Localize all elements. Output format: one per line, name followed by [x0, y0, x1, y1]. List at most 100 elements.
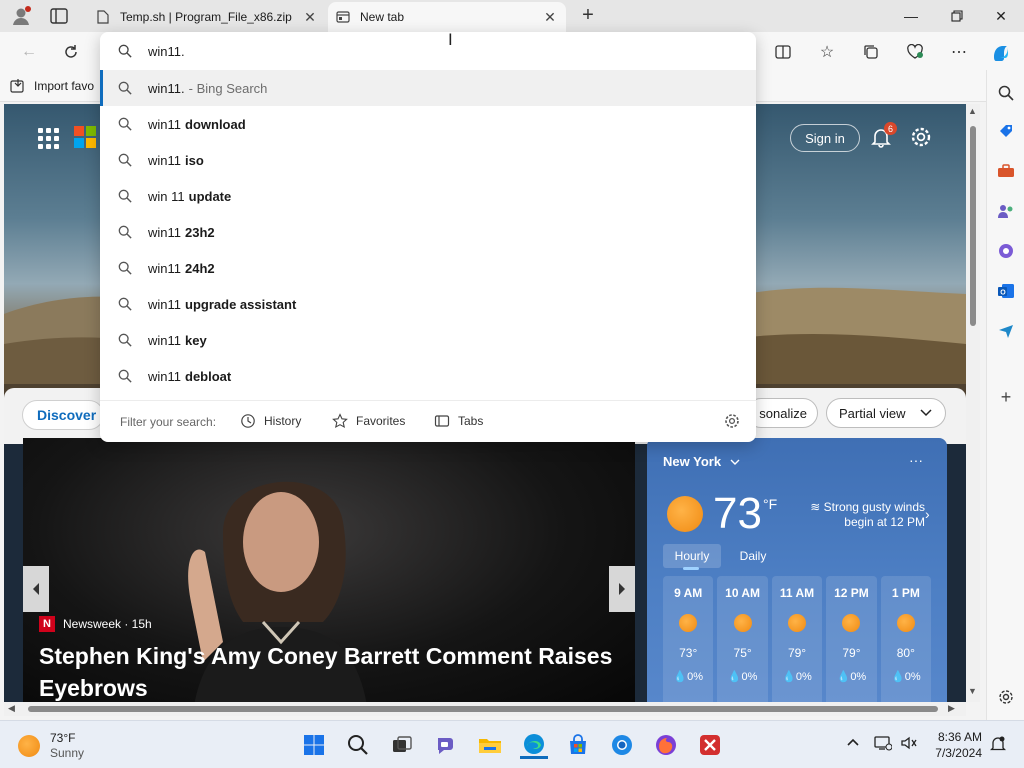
collections-icon[interactable]: [858, 39, 884, 65]
suggestion-prefix: win11: [148, 260, 182, 276]
tab-daily[interactable]: Daily: [727, 544, 779, 568]
microsoft-365-icon[interactable]: [993, 238, 1019, 264]
chevron-up-icon[interactable]: [846, 735, 860, 752]
news-headline[interactable]: Stephen King's Amy Coney Barrett Comment…: [39, 640, 629, 702]
volume-muted-icon[interactable]: [900, 735, 918, 754]
suggestion-item[interactable]: win11 iso: [100, 142, 756, 178]
tab-temp-sh[interactable]: Temp.sh | Program_File_x86.zip ✕: [88, 2, 326, 32]
suggestion-item[interactable]: win11 download: [100, 106, 756, 142]
carousel-prev-button[interactable]: [23, 566, 49, 612]
notification-center-icon[interactable]: [989, 735, 1007, 756]
search-icon[interactable]: [993, 80, 1019, 106]
tab-actions-icon[interactable]: [50, 8, 68, 24]
forecast-precip: 💧0%: [836, 671, 867, 683]
forecast-hour: 11 AM 79° 💧0%: [771, 576, 823, 702]
horizontal-scroll-thumb[interactable]: [28, 706, 938, 712]
vertical-scrollbar[interactable]: ▲ ▼: [966, 104, 980, 702]
layout-view-dropdown[interactable]: Partial view: [826, 398, 946, 428]
network-icon[interactable]: [874, 735, 893, 754]
forecast-time: 11 AM: [779, 586, 815, 600]
forecast-temp: 73°: [679, 646, 698, 660]
sidebar-settings-icon[interactable]: [993, 684, 1019, 710]
apps-launcher-icon[interactable]: [38, 128, 59, 149]
minimize-button[interactable]: —: [888, 0, 934, 32]
horizontal-scrollbar[interactable]: ◀ ▶: [4, 702, 966, 716]
tab-new-tab[interactable]: New tab ✕: [328, 2, 566, 32]
sign-in-button[interactable]: Sign in: [790, 124, 860, 152]
edge-sidebar: O +: [986, 70, 1024, 720]
back-icon[interactable]: ←: [16, 39, 42, 65]
favorites-star-icon[interactable]: ☆: [814, 39, 840, 65]
tab-hourly[interactable]: Hourly: [663, 544, 721, 570]
edge-taskbar-icon[interactable]: [520, 731, 548, 759]
search-settings-gear-icon[interactable]: [724, 413, 740, 429]
browser-app-icon[interactable]: [608, 731, 636, 759]
tools-icon[interactable]: [993, 158, 1019, 184]
start-button[interactable]: [300, 731, 328, 759]
firefox-icon[interactable]: [652, 731, 680, 759]
suggestion-completion: iso: [185, 152, 204, 168]
outlook-icon[interactable]: O: [993, 278, 1019, 304]
taskbar-search-icon[interactable]: [344, 731, 372, 759]
vertical-scroll-thumb[interactable]: [970, 126, 976, 326]
new-tab-button[interactable]: +: [578, 5, 598, 26]
people-icon[interactable]: [993, 198, 1019, 224]
personalize-button[interactable]: sonalize: [746, 398, 818, 428]
system-clock[interactable]: 8:36 AM 7/3/2024: [930, 729, 982, 761]
refresh-icon[interactable]: [58, 39, 84, 65]
taskbar-weather-widget[interactable]: 73°F Sunny: [18, 731, 84, 761]
microsoft-store-icon[interactable]: [564, 731, 592, 759]
split-screen-icon[interactable]: [770, 39, 796, 65]
close-tab-icon[interactable]: ✕: [302, 9, 318, 26]
import-favorites-label: Import favo: [34, 79, 95, 93]
suggestion-item[interactable]: win 11 update: [100, 178, 756, 214]
copilot-icon[interactable]: [988, 39, 1014, 65]
scroll-right-icon[interactable]: ▶: [948, 703, 955, 714]
shopping-tag-icon[interactable]: [993, 118, 1019, 144]
error-app-icon[interactable]: [696, 731, 724, 759]
send-icon[interactable]: [993, 318, 1019, 344]
scroll-down-icon[interactable]: ▼: [968, 686, 977, 696]
weather-location-selector[interactable]: New York: [663, 454, 741, 469]
news-card[interactable]: N Newsweek · 15h Stephen King's Amy Cone…: [23, 438, 635, 702]
filter-tabs-button[interactable]: Tabs: [434, 413, 483, 429]
file-explorer-icon[interactable]: [476, 731, 504, 759]
search-filter-bar: Filter your search: History Favorites Ta…: [100, 400, 756, 442]
address-bar[interactable]: [100, 32, 756, 70]
filter-tabs-label: Tabs: [458, 414, 484, 428]
suggestion-item[interactable]: win11 key: [100, 322, 756, 358]
suggestion-item[interactable]: win11 24h2: [100, 250, 756, 286]
suggestion-item[interactable]: win11 debloat: [100, 358, 756, 394]
restore-button[interactable]: [934, 0, 980, 32]
close-window-button[interactable]: ✕: [978, 0, 1024, 32]
profile-icon[interactable]: [10, 5, 32, 27]
suggestion-item[interactable]: win11 upgrade assistant: [100, 286, 756, 322]
svg-text:O: O: [1000, 290, 1006, 297]
suggestion-item[interactable]: win11. - Bing Search: [100, 70, 756, 106]
sunny-icon: [788, 614, 807, 632]
import-favorites-button[interactable]: Import favo: [10, 78, 94, 94]
weather-more-icon[interactable]: ···: [909, 452, 923, 468]
filter-history-button[interactable]: History: [240, 413, 301, 429]
task-view-icon[interactable]: [388, 731, 416, 759]
tab-label: Temp.sh | Program_File_x86.zip: [120, 10, 292, 24]
suggestion-completion: 23h2: [185, 224, 215, 240]
chevron-right-icon[interactable]: ›: [925, 506, 930, 522]
page-settings-gear-icon[interactable]: [910, 126, 932, 148]
add-sidebar-app-icon[interactable]: +: [993, 384, 1019, 410]
discover-tab[interactable]: Discover: [22, 400, 104, 430]
carousel-next-button[interactable]: [609, 566, 635, 612]
weather-card[interactable]: New York ··· 73 °F ≋ Strong gusty winds …: [647, 438, 947, 702]
weather-alert[interactable]: ≋ Strong gusty winds begin at 12 PM: [795, 500, 925, 530]
teams-chat-icon[interactable]: [432, 731, 460, 759]
forecast-precip: 💧0%: [727, 671, 758, 683]
filter-favorites-button[interactable]: Favorites: [332, 413, 405, 429]
address-input[interactable]: [148, 41, 738, 61]
scroll-up-icon[interactable]: ▲: [968, 106, 977, 116]
browser-essentials-icon[interactable]: [902, 39, 928, 65]
scroll-left-icon[interactable]: ◀: [8, 703, 15, 714]
more-options-icon[interactable]: ⋯: [946, 39, 972, 65]
suggestion-item[interactable]: win11 23h2: [100, 214, 756, 250]
close-tab-icon[interactable]: ✕: [542, 9, 558, 26]
clock-time: 8:36 AM: [937, 730, 982, 744]
